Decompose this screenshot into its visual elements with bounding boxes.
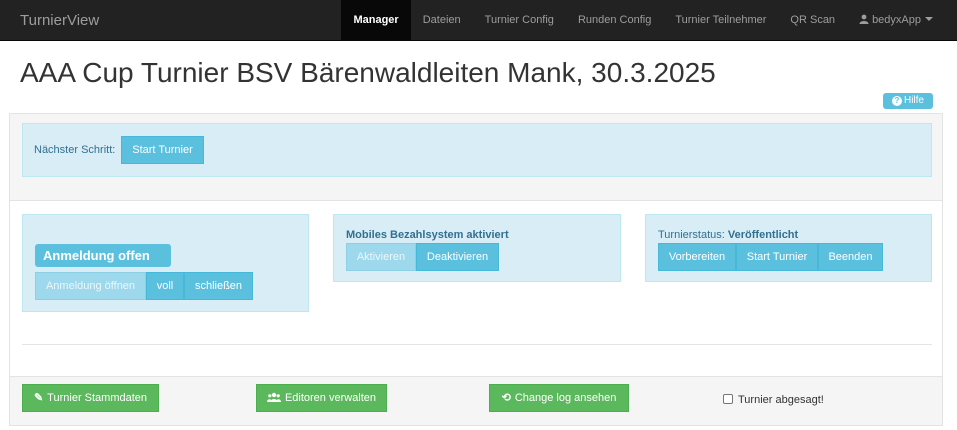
nav-item-dateien[interactable]: Dateien bbox=[411, 0, 473, 41]
cancelled-checkbox-row[interactable]: Turnier abgesagt! bbox=[723, 394, 824, 406]
user-menu-dropdown[interactable]: bedyxApp bbox=[847, 0, 957, 41]
question-icon: ? bbox=[891, 96, 902, 106]
nav-item-runden-config[interactable]: Runden Config bbox=[566, 0, 663, 41]
pencil-icon: ✎ bbox=[33, 392, 44, 404]
nav-item-qr-scan[interactable]: QR Scan bbox=[778, 0, 847, 41]
nav-item-turnier-config[interactable]: Turnier Config bbox=[473, 0, 566, 41]
tournament-master-data-button[interactable]: ✎ Turnier Stammdaten bbox=[22, 384, 159, 412]
nav-menu: Manager Dateien Turnier Config Runden Co… bbox=[341, 0, 957, 41]
brand-link[interactable]: TurnierView bbox=[20, 12, 99, 29]
tournament-status-value: Veröffentlicht bbox=[727, 229, 799, 241]
prepare-tournament-button[interactable]: Vorbereiten bbox=[658, 243, 736, 271]
user-icon bbox=[859, 14, 869, 24]
start-turnier-next-button[interactable]: Start Turnier bbox=[121, 136, 204, 164]
activate-payment-button[interactable]: Aktivieren bbox=[346, 243, 416, 271]
nav-item-turnier-teilnehmer[interactable]: Turnier Teilnehmer bbox=[663, 0, 778, 41]
nav-item-manager[interactable]: Manager bbox=[341, 0, 411, 41]
payment-heading: Mobiles Bezahlsystem aktiviert bbox=[346, 229, 509, 241]
manage-editors-label: Editoren verwalten bbox=[284, 392, 377, 404]
open-registration-button[interactable]: Anmeldung öffnen bbox=[35, 272, 146, 300]
tournament-status-heading: Turnierstatus: Veröffentlicht bbox=[658, 229, 798, 241]
next-step-label: Nächster Schritt: bbox=[34, 144, 116, 156]
change-log-label: Change log ansehen bbox=[514, 392, 617, 404]
history-icon: ⟲ bbox=[501, 392, 511, 404]
manage-editors-button[interactable]: Editoren verwalten bbox=[256, 384, 387, 412]
change-log-button[interactable]: ⟲ Change log ansehen bbox=[489, 384, 629, 412]
navbar: TurnierView Manager Dateien Turnier Conf… bbox=[0, 0, 957, 41]
deactivate-payment-button[interactable]: Deaktivieren bbox=[416, 243, 499, 271]
section-divider bbox=[22, 344, 932, 345]
help-button[interactable]: ? Hilfe bbox=[883, 93, 933, 109]
registration-status-label: Anmeldung offen bbox=[35, 244, 171, 267]
cancelled-label: Turnier abgesagt! bbox=[738, 394, 824, 406]
registration-full-button[interactable]: voll bbox=[146, 272, 184, 300]
caret-down-icon bbox=[925, 17, 933, 21]
end-tournament-button[interactable]: Beenden bbox=[818, 243, 883, 271]
tournament-master-data-label: Turnier Stammdaten bbox=[47, 392, 148, 404]
start-tournament-button[interactable]: Start Turnier bbox=[736, 243, 818, 271]
help-label: Hilfe bbox=[903, 95, 924, 106]
users-icon bbox=[266, 392, 281, 402]
close-registration-button[interactable]: schließen bbox=[184, 272, 253, 300]
tournament-status-prefix: Turnierstatus: bbox=[658, 229, 725, 241]
user-name: bedyxApp bbox=[872, 14, 921, 26]
page-title: AAA Cup Turnier BSV Bärenwaldleiten Mank… bbox=[20, 57, 716, 88]
cancelled-checkbox[interactable] bbox=[723, 394, 733, 404]
